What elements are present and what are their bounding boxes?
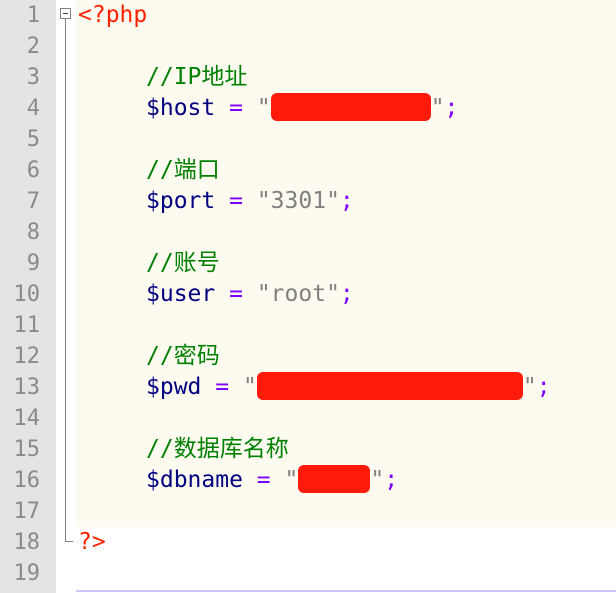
code-line-1: 1 <?php <box>0 0 616 31</box>
line-number: 16 <box>13 468 41 493</box>
user-variable: $user <box>146 281 216 307</box>
line-number: 11 <box>13 313 41 338</box>
redacted-host-value <box>270 93 431 121</box>
semicolon: ; <box>384 467 399 493</box>
line-number: 18 <box>13 530 41 555</box>
host-assignment: $host = " "; <box>146 93 458 124</box>
line-number: 10 <box>13 282 41 307</box>
semicolon: ; <box>444 95 459 121</box>
port-variable: $port <box>146 188 216 214</box>
line-number: 7 <box>26 189 40 214</box>
line-number: 13 <box>13 375 41 400</box>
code-line-9: 9 //账号 <box>0 248 616 279</box>
assign-operator: = <box>256 467 271 493</box>
code-line-6: 6 //端口 <box>0 155 616 186</box>
line-number: 15 <box>13 437 41 462</box>
code-editor[interactable]: 1 <?php 2 3 //IP地址 4 $host = " "; 5 6 //端… <box>0 0 616 593</box>
comment-account: //账号 <box>146 250 220 276</box>
semicolon: ; <box>339 188 354 214</box>
port-assignment: $port = "3301"; <box>146 186 354 217</box>
caret-line-indicator <box>76 590 616 592</box>
line-number: 14 <box>13 406 41 431</box>
string-quote: " <box>370 467 385 493</box>
pwd-variable: $pwd <box>146 374 202 400</box>
line-number: 9 <box>26 251 40 276</box>
code-line-11: 11 <box>0 310 616 341</box>
code-line-7: 7 $port = "3301"; <box>0 186 616 217</box>
code-line-16: 16 $dbname = " "; <box>0 465 616 496</box>
php-open-tag: <?php <box>78 2 148 28</box>
code-line-10: 10 $user = "root"; <box>0 279 616 310</box>
line-number: 12 <box>13 344 41 369</box>
string-quote: " <box>430 95 445 121</box>
line-number: 3 <box>26 65 40 90</box>
string-quote: " <box>242 374 257 400</box>
code-line-18: 18 ?> <box>0 527 616 558</box>
assign-operator: = <box>229 281 243 307</box>
comment-ip-address: //IP地址 <box>146 64 248 90</box>
code-line-2: 2 <box>0 31 616 62</box>
comment-database-name: //数据库名称 <box>146 436 289 462</box>
semicolon: ; <box>536 374 551 400</box>
comment-password: //密码 <box>146 343 220 369</box>
code-line-4: 4 $host = " "; <box>0 93 616 124</box>
code-line-3: 3 //IP地址 <box>0 62 616 93</box>
assign-operator: = <box>215 374 230 400</box>
line-number: 8 <box>26 220 40 245</box>
line-number: 1 <box>26 3 40 28</box>
dbname-variable: $dbname <box>146 467 243 493</box>
code-line-19: 19 <box>0 558 616 589</box>
string-quote: " <box>256 95 271 121</box>
host-variable: $host <box>146 95 216 121</box>
line-number: 19 <box>13 561 41 586</box>
line-number: 5 <box>26 127 40 152</box>
code-line-15: 15 //数据库名称 <box>0 434 616 465</box>
string-quote: " <box>284 467 299 493</box>
line-number: 6 <box>26 158 40 183</box>
dbname-assignment: $dbname = " "; <box>146 465 398 496</box>
php-close-tag: ?> <box>78 529 106 555</box>
assign-operator: = <box>229 95 243 121</box>
redacted-dbname-value <box>298 465 371 493</box>
assign-operator: = <box>229 188 243 214</box>
code-line-5: 5 <box>0 124 616 155</box>
code-line-12: 12 //密码 <box>0 341 616 372</box>
redacted-password-value <box>256 372 523 400</box>
port-value: "3301" <box>256 188 340 214</box>
string-quote: " <box>522 374 537 400</box>
line-number: 17 <box>13 499 41 524</box>
user-value: "root" <box>256 281 340 307</box>
comment-port: //端口 <box>146 157 220 183</box>
semicolon: ; <box>339 281 354 307</box>
code-line-13: 13 $pwd = " "; <box>0 372 616 403</box>
code-line-17: 17 <box>0 496 616 527</box>
line-number: 4 <box>26 96 40 121</box>
pwd-assignment: $pwd = " "; <box>146 372 551 403</box>
user-assignment: $user = "root"; <box>146 279 354 310</box>
code-line-8: 8 <box>0 217 616 248</box>
code-line-14: 14 <box>0 403 616 434</box>
line-number: 2 <box>26 34 40 59</box>
